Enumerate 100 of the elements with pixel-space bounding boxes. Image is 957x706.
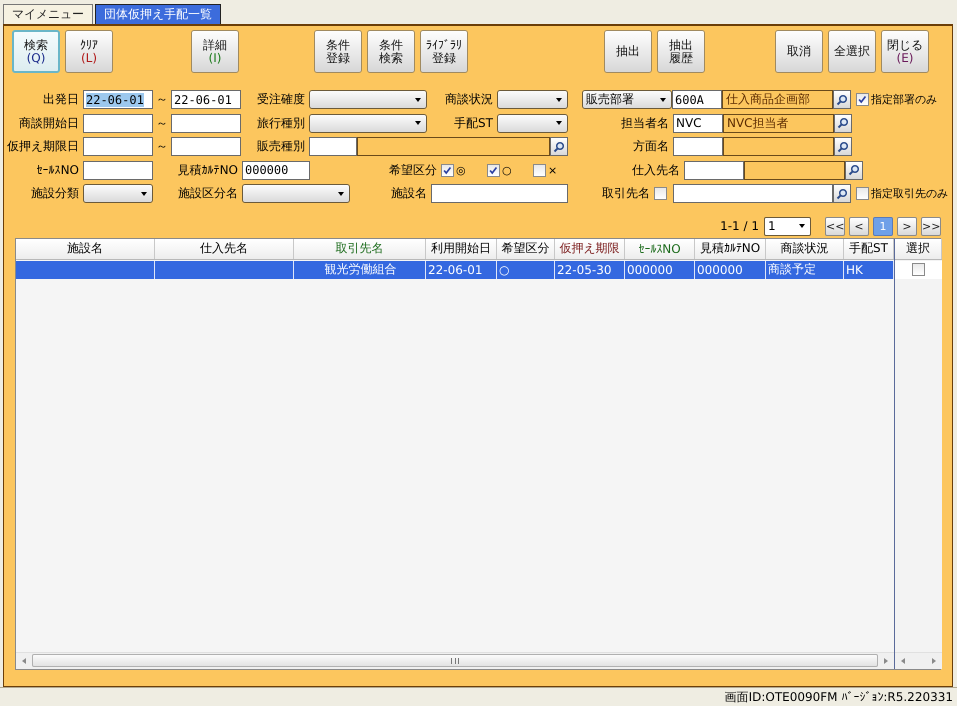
- range-separator: ～: [155, 138, 169, 156]
- table-cell: 観光労働組合: [294, 260, 426, 278]
- column-header: 選択: [895, 238, 942, 258]
- field-label: 施設区分名: [178, 185, 238, 202]
- dropdown[interactable]: [309, 114, 427, 133]
- toolbar-button[interactable]: ﾗｲﾌﾞﾗﾘ 登録: [420, 30, 468, 73]
- toolbar-button[interactable]: 全選択: [828, 30, 876, 73]
- date-field[interactable]: [83, 137, 153, 156]
- toolbar-button[interactable]: ｸﾘｱ (L): [65, 30, 113, 73]
- name-field[interactable]: [357, 137, 550, 156]
- dropdown-arrow-icon: [415, 98, 421, 102]
- checkbox[interactable]: [912, 263, 925, 276]
- column-header: 利用開始日: [426, 238, 497, 258]
- text-field[interactable]: [431, 184, 568, 204]
- option-label: 指定取引先のみ: [871, 186, 948, 202]
- dropdown[interactable]: [83, 184, 153, 204]
- date-field[interactable]: 22-06-01: [83, 90, 153, 110]
- dropdown-arrow-icon: [141, 192, 147, 196]
- toolbar-button[interactable]: 閉じる (E): [881, 30, 929, 73]
- dropdown-arrow-icon: [556, 98, 562, 102]
- dropdown[interactable]: [309, 90, 427, 110]
- toolbar-button[interactable]: 検索 (Q): [12, 30, 60, 73]
- code-field[interactable]: 600A: [672, 90, 722, 110]
- field-label: 施設分類: [31, 185, 79, 202]
- field-label: 仮押え期限日: [7, 138, 79, 156]
- page-button[interactable]: >>: [921, 216, 941, 236]
- toolbar-button[interactable]: 条件 検索: [367, 30, 415, 73]
- name-field[interactable]: 仕入商品企画部: [722, 90, 833, 110]
- department-dropdown[interactable]: 販売部署: [582, 90, 672, 110]
- table-cell: 000000: [695, 260, 766, 278]
- date-field[interactable]: 22-06-01: [171, 90, 241, 110]
- tab[interactable]: 団体仮押え手配一覧: [95, 4, 221, 24]
- field-label: 見積ｶﾙﾃNO: [178, 162, 238, 179]
- date-field[interactable]: [83, 114, 153, 133]
- table-cell: 商談予定: [766, 260, 844, 278]
- toolbar-button[interactable]: 抽出 履歴: [657, 30, 705, 73]
- toolbar-button[interactable]: 抽出: [604, 30, 652, 73]
- option-label: 指定部署のみ: [871, 92, 937, 108]
- column-header: ｾｰﾙｽNO: [625, 238, 695, 258]
- search-button[interactable]: [550, 137, 568, 156]
- checkbox[interactable]: [487, 164, 500, 177]
- toolbar-button[interactable]: 詳細 (I): [191, 30, 239, 73]
- checkbox[interactable]: [856, 187, 869, 200]
- dropdown[interactable]: [242, 184, 350, 204]
- checkbox[interactable]: [533, 164, 546, 177]
- column-header: 希望区分: [497, 238, 555, 258]
- search-button[interactable]: [834, 137, 852, 156]
- column-header: 仕入先名: [155, 238, 294, 258]
- search-button[interactable]: [845, 160, 863, 180]
- scroll-left-icon[interactable]: [22, 658, 26, 664]
- page-button[interactable]: <<: [825, 216, 845, 236]
- range-separator: ～: [155, 91, 169, 108]
- page-summary: 1-1 / 1: [720, 219, 759, 233]
- dropdown-arrow-icon: [338, 192, 344, 196]
- table-cell: 22-05-30: [555, 260, 625, 278]
- toolbar-button[interactable]: 条件 登録: [314, 30, 362, 73]
- text-field[interactable]: [673, 184, 833, 204]
- scroll-left-icon[interactable]: [901, 658, 905, 664]
- field-label: 出発日: [43, 91, 79, 108]
- date-field[interactable]: [171, 114, 241, 133]
- table-row[interactable]: 観光労働組合 22-06-01 ○ 22-05-30 000000 000000 商談予定 HK: [16, 260, 894, 278]
- search-button[interactable]: [834, 114, 852, 133]
- checkbox[interactable]: [856, 93, 869, 106]
- search-icon: [836, 188, 848, 200]
- horizontal-scrollbar[interactable]: [16, 652, 894, 668]
- tab[interactable]: マイメニュー: [3, 4, 93, 24]
- search-button[interactable]: [833, 90, 851, 110]
- search-icon: [837, 140, 849, 153]
- name-field[interactable]: NVC担当者: [723, 114, 834, 133]
- dropdown[interactable]: [497, 114, 568, 133]
- toolbar-button[interactable]: 取消: [775, 30, 823, 73]
- column-header: 見積ｶﾙﾃNO: [695, 238, 766, 258]
- page-dropdown[interactable]: 1: [764, 216, 811, 236]
- text-field[interactable]: 000000: [242, 160, 310, 180]
- scroll-right-icon[interactable]: [932, 658, 936, 664]
- checkbox[interactable]: [441, 164, 454, 177]
- page-button[interactable]: <: [849, 216, 869, 236]
- column-header: 施設名: [16, 238, 155, 258]
- scrollbar-thumb[interactable]: [32, 654, 878, 667]
- name-field[interactable]: [723, 137, 834, 156]
- scroll-right-icon[interactable]: [884, 658, 888, 664]
- code-field[interactable]: NVC: [673, 114, 723, 133]
- checkbox[interactable]: [654, 187, 667, 200]
- field-label: 商談状況: [445, 91, 493, 108]
- code-field[interactable]: [684, 160, 744, 180]
- date-field[interactable]: [171, 137, 241, 156]
- text-field[interactable]: [83, 160, 153, 180]
- table-cell: 000000: [625, 260, 695, 278]
- code-field[interactable]: [673, 137, 723, 156]
- page-button[interactable]: >: [897, 216, 917, 236]
- code-field[interactable]: [309, 137, 357, 156]
- field-label: 商談開始日: [19, 114, 79, 132]
- dropdown[interactable]: [497, 90, 568, 110]
- column-header: 商談状況: [766, 238, 844, 258]
- search-button[interactable]: [833, 184, 851, 204]
- search-icon: [848, 164, 860, 176]
- dropdown-arrow-icon: [556, 121, 562, 126]
- dropdown-arrow-icon: [415, 121, 421, 126]
- name-field[interactable]: [744, 160, 845, 180]
- table-cell: ○: [497, 260, 555, 278]
